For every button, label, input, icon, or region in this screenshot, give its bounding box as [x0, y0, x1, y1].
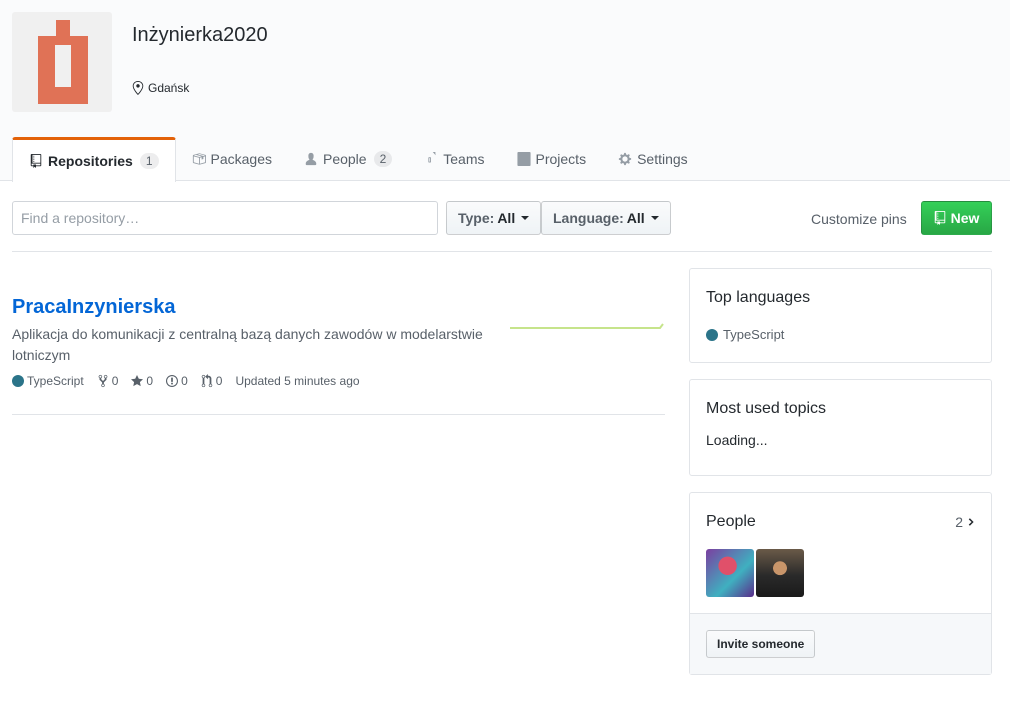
repo-language: TypeScript: [12, 374, 84, 388]
tab-label: Settings: [637, 151, 688, 167]
tab-settings[interactable]: Settings: [602, 137, 704, 181]
language-color-dot: [12, 375, 24, 387]
member-avatar[interactable]: [706, 549, 754, 597]
repo-divider: [12, 414, 665, 415]
repo-updated: Updated 5 minutes ago: [235, 374, 360, 388]
repo-icon: [30, 154, 42, 168]
tab-counter: 1: [139, 153, 159, 169]
person-icon: [305, 152, 317, 166]
top-languages-box: Top languages TypeScript: [689, 268, 992, 363]
package-icon: [192, 153, 206, 165]
top-language-item[interactable]: TypeScript: [706, 327, 975, 342]
activity-sparkline: [510, 323, 664, 329]
repo-meta: TypeScript 0 0 0 0 Updated 5 minutes ago: [12, 374, 665, 388]
people-title: People: [706, 513, 756, 530]
org-nav-tabs: Repositories 1 Packages People 2 Teams P…: [12, 137, 704, 182]
repo-search-input[interactable]: [12, 201, 438, 235]
caret-down-icon: [650, 216, 659, 220]
invite-someone-button[interactable]: Invite someone: [706, 630, 816, 658]
avatar-shape-inner: [55, 45, 71, 87]
type-filter-button[interactable]: Type: All: [446, 201, 542, 235]
fork-icon: [98, 374, 108, 388]
repo-description: Aplikacja do komunikacji z centralną baz…: [12, 326, 483, 363]
people-count: 2: [955, 514, 963, 530]
pull-request-icon: [201, 374, 213, 388]
tab-label: Repositories: [48, 153, 133, 169]
tab-label: Teams: [443, 151, 485, 167]
repo-icon: [934, 211, 945, 225]
tab-label: Packages: [210, 151, 272, 167]
tab-label: Projects: [535, 151, 587, 167]
repo-stars[interactable]: 0: [131, 374, 153, 388]
jersey-icon: [428, 152, 436, 163]
org-name: Inżynierka2020: [132, 24, 268, 46]
caret-down-icon: [521, 216, 530, 220]
people-header: People 2: [690, 493, 991, 531]
pull-requests-count: 0: [215, 374, 223, 388]
topics-box: Most used topics Loading...: [689, 379, 992, 476]
tab-teams[interactable]: Teams: [408, 137, 500, 181]
star-icon: [131, 375, 144, 387]
issues-count: 0: [181, 374, 188, 388]
repo-forks[interactable]: 0: [97, 374, 119, 388]
chevron-right-icon: [968, 518, 974, 526]
repo-issues[interactable]: 0: [166, 374, 188, 388]
type-filter-value: All: [497, 210, 516, 226]
tab-repositories[interactable]: Repositories 1: [12, 137, 176, 182]
people-count-link[interactable]: 2: [955, 514, 975, 530]
avatar-shape-top: [56, 20, 70, 38]
forks-count: 0: [111, 374, 119, 388]
repo-list-item: PracaInzynierska Aplikacja do komunikacj…: [12, 296, 665, 388]
org-header: Inżynierka2020 Gdańsk Repositories 1 Pac…: [0, 0, 1010, 182]
topics-loading: Loading...: [706, 432, 768, 448]
language-filter-button[interactable]: Language: All: [541, 201, 671, 235]
issue-icon: [166, 375, 179, 387]
tab-packages[interactable]: Packages: [176, 137, 288, 181]
people-avatars: [690, 531, 991, 597]
org-location: Gdańsk: [132, 81, 189, 95]
language-color-dot: [706, 328, 718, 341]
tab-counter: 2: [373, 151, 393, 167]
gear-icon: [618, 152, 632, 166]
member-avatar[interactable]: [756, 549, 804, 597]
top-languages-title: Top languages: [706, 289, 811, 306]
stars-count: 0: [146, 374, 154, 388]
language-filter-value: All: [626, 210, 645, 226]
people-box-footer: Invite someone: [690, 613, 991, 674]
type-filter-label: Type:: [458, 210, 495, 226]
location-text: Gdańsk: [148, 81, 190, 95]
people-box: People 2 Invite someone: [689, 492, 992, 675]
tab-people[interactable]: People 2: [288, 137, 408, 181]
customize-pins-link[interactable]: Customize pins: [811, 211, 907, 227]
new-repo-button[interactable]: New: [921, 201, 992, 235]
repo-language-name: TypeScript: [27, 374, 84, 388]
repo-name-link[interactable]: PracaInzynierska: [12, 296, 665, 319]
topics-title: Most used topics: [706, 400, 827, 417]
filter-divider: [12, 251, 992, 252]
org-avatar[interactable]: [12, 12, 112, 112]
new-button-label: New: [950, 210, 980, 226]
location-icon: [132, 81, 144, 95]
language-filter-label: Language:: [553, 210, 624, 226]
tab-label: People: [322, 151, 367, 167]
repo-pull-requests[interactable]: 0: [201, 374, 223, 388]
project-icon: [516, 152, 531, 166]
top-language-name: TypeScript: [723, 327, 785, 342]
tab-projects[interactable]: Projects: [501, 137, 603, 181]
